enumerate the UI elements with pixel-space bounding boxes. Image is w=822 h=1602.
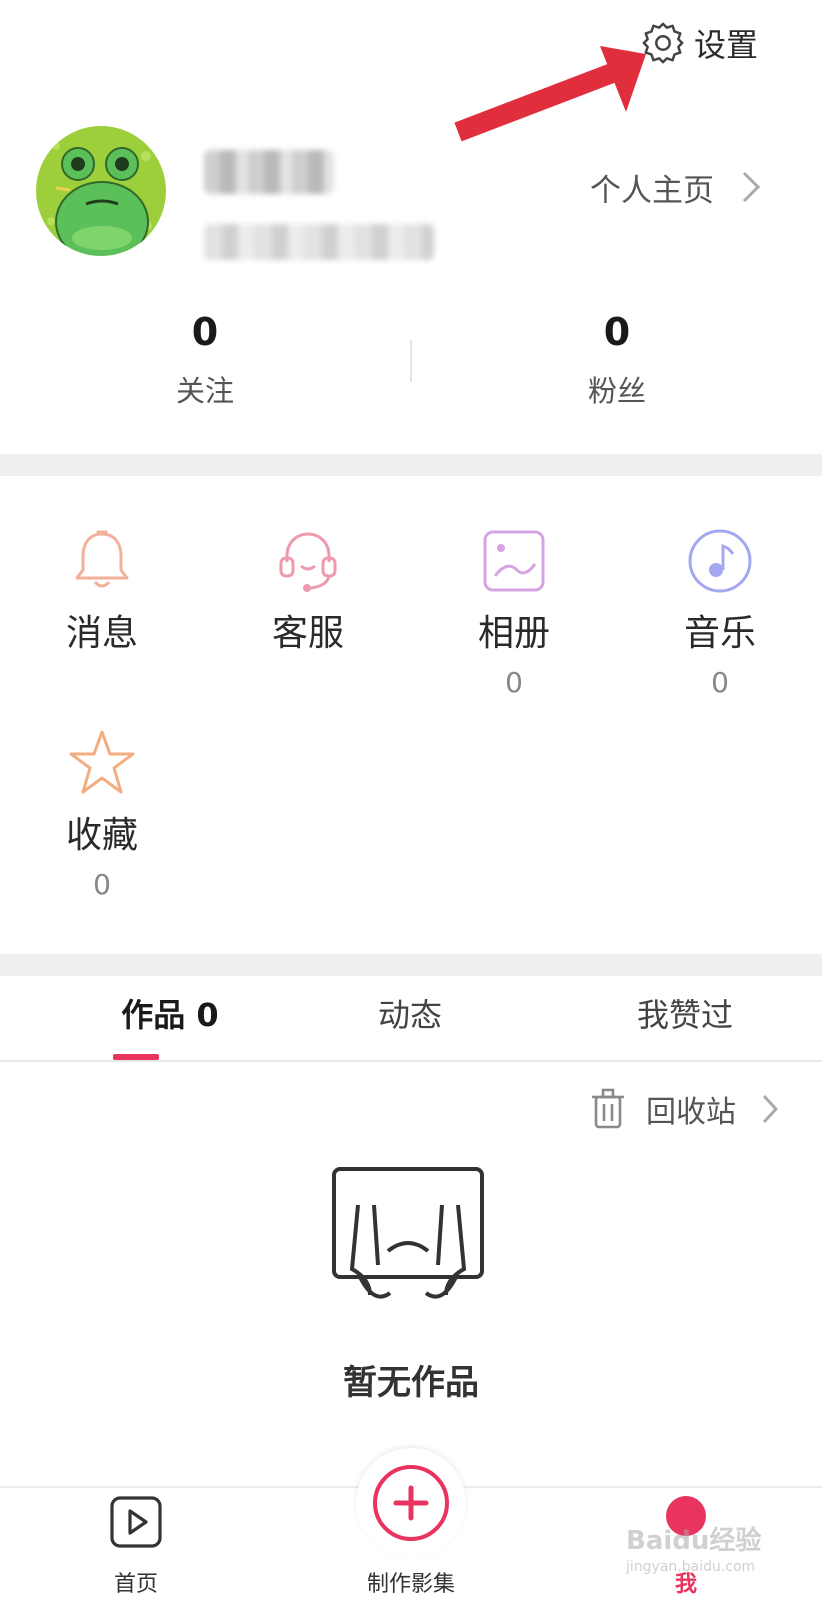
- avatar[interactable]: [36, 126, 166, 256]
- menu-customer-service[interactable]: 客服: [228, 524, 388, 656]
- following-label: 关注: [175, 374, 234, 408]
- recycle-bin-label: 回收站: [646, 1095, 736, 1130]
- watermark-main-text: Baidu经验: [626, 1526, 762, 1556]
- menu-messages[interactable]: 消息: [22, 524, 182, 656]
- empty-crying-illustration: [332, 1167, 484, 1299]
- chevron-right-icon: [762, 1094, 779, 1124]
- nav-home[interactable]: 首页: [96, 1494, 176, 1598]
- menu-album-count: 0: [505, 666, 523, 699]
- stats-divider: [410, 340, 412, 382]
- following-stat[interactable]: 0 关注: [70, 310, 340, 410]
- tab-activity[interactable]: 动态: [310, 990, 510, 1048]
- menu-music[interactable]: 音乐 0: [640, 524, 800, 699]
- baidu-watermark: Baidu经验 jingyan.baidu.com: [626, 1520, 806, 1600]
- menu-album-label: 相册: [477, 613, 550, 654]
- headset-icon: [279, 532, 337, 592]
- menu-album[interactable]: 相册 0: [434, 524, 594, 699]
- nav-create-label: 制作影集: [366, 1572, 455, 1597]
- recycle-bin-link[interactable]: 回收站: [588, 1085, 780, 1133]
- user-id-blurred: [204, 224, 434, 260]
- menu-favorites-label: 收藏: [65, 815, 138, 856]
- annotation-arrow: [454, 46, 646, 142]
- section-separator: [0, 454, 822, 476]
- bell-icon: [75, 530, 129, 588]
- trash-icon: [592, 1088, 624, 1129]
- tab-works[interactable]: 作品 0: [70, 990, 270, 1048]
- nav-create-button[interactable]: [356, 1448, 466, 1558]
- menu-favorites[interactable]: 收藏 0: [22, 726, 182, 901]
- following-count: 0: [191, 310, 219, 354]
- menu-messages-label: 消息: [65, 613, 138, 654]
- fans-count: 0: [603, 310, 631, 354]
- empty-state-text: 暂无作品: [343, 1363, 479, 1403]
- settings-label: 设置: [694, 26, 759, 64]
- nav-home-label: 首页: [113, 1572, 158, 1597]
- album-icon: [483, 530, 545, 592]
- username-blurred: [204, 150, 334, 194]
- menu-favorites-count: 0: [93, 868, 111, 901]
- tab-liked[interactable]: 我赞过: [585, 990, 785, 1048]
- music-note-icon: [688, 529, 752, 593]
- section-separator: [0, 954, 822, 976]
- play-icon: [110, 1496, 162, 1548]
- chevron-right-icon: [742, 171, 761, 203]
- frog-avatar-image: [36, 126, 166, 256]
- menu-service-label: 客服: [271, 613, 344, 654]
- fans-stat[interactable]: 0 粉丝: [482, 310, 752, 410]
- plus-circle-icon: [373, 1465, 449, 1541]
- star-icon: [69, 730, 135, 794]
- fans-label: 粉丝: [587, 374, 646, 408]
- watermark-url-text: jingyan.baidu.com: [626, 1559, 756, 1575]
- menu-music-label: 音乐: [683, 613, 756, 654]
- tab-underline-divider: [0, 1060, 822, 1062]
- homepage-label: 个人主页: [590, 172, 714, 209]
- personal-homepage-link[interactable]: 个人主页: [590, 165, 762, 209]
- menu-music-count: 0: [711, 666, 729, 699]
